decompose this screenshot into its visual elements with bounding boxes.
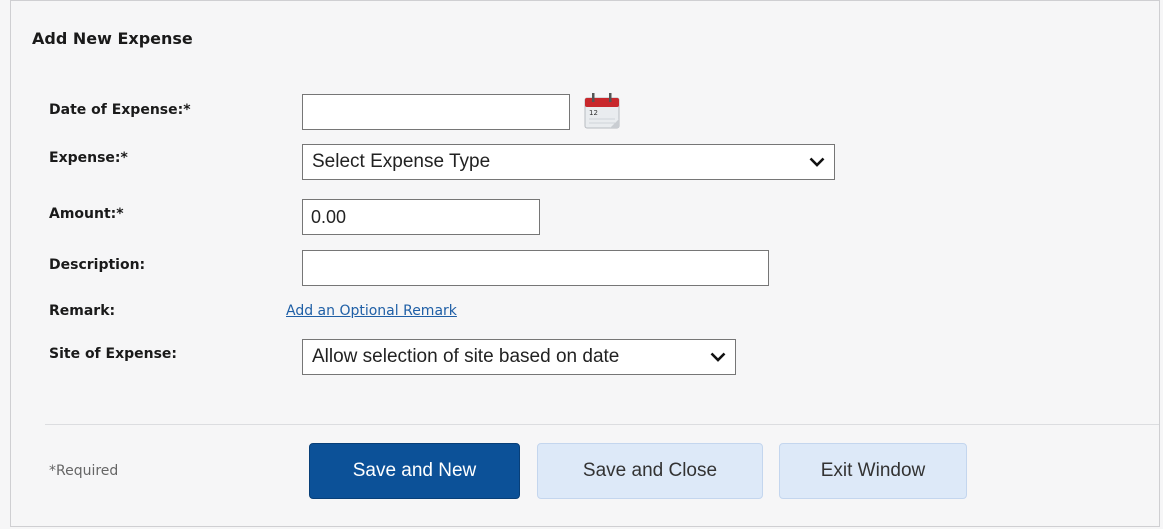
- amount-label: Amount:*: [49, 206, 124, 222]
- date-input[interactable]: [302, 94, 570, 130]
- save-and-close-button[interactable]: Save and Close: [537, 443, 763, 499]
- site-label: Site of Expense:: [49, 346, 178, 362]
- expense-type-select[interactable]: Select Expense Type: [302, 144, 835, 180]
- chevron-down-icon: [809, 157, 825, 167]
- add-expense-dialog: Add New Expense Date of Expense:* 12 Exp…: [10, 0, 1160, 527]
- amount-input[interactable]: 0.00: [302, 199, 540, 235]
- date-label: Date of Expense:*: [49, 102, 191, 118]
- remark-label: Remark:: [49, 303, 116, 319]
- description-label: Description:: [49, 257, 146, 273]
- exit-window-button[interactable]: Exit Window: [779, 443, 967, 499]
- site-value: Allow selection of site based on date: [312, 346, 620, 367]
- expense-type-value: Select Expense Type: [312, 151, 491, 172]
- calendar-icon[interactable]: 12: [583, 92, 621, 130]
- chevron-down-icon: [710, 352, 726, 362]
- description-input[interactable]: [302, 250, 769, 286]
- site-select[interactable]: Allow selection of site based on date: [302, 339, 736, 375]
- add-remark-link[interactable]: Add an Optional Remark: [286, 303, 457, 319]
- footer-divider: [45, 424, 1159, 425]
- required-note: *Required: [49, 463, 119, 479]
- dialog-title: Add New Expense: [32, 29, 193, 48]
- save-and-new-button[interactable]: Save and New: [309, 443, 520, 499]
- svg-text:12: 12: [589, 109, 598, 117]
- expense-label: Expense:*: [49, 150, 128, 166]
